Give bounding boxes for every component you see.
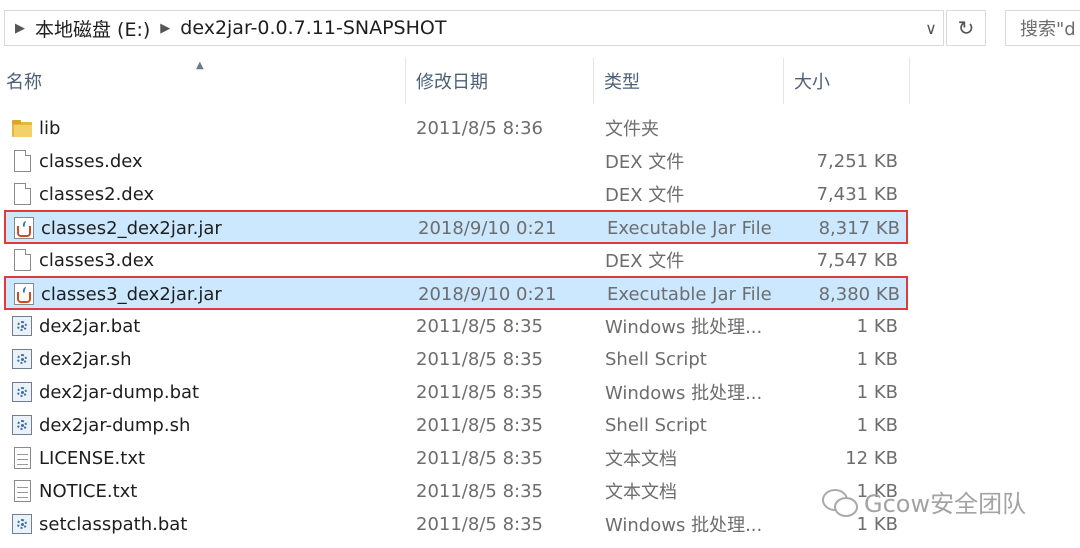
file-type: 文本文档: [605, 482, 677, 503]
file-icon: [10, 145, 34, 177]
file-type: Executable Jar File: [607, 217, 772, 239]
watermark: Gcow安全团队: [822, 484, 1026, 519]
file-date: 2011/8/5 8:35: [416, 480, 543, 502]
file-name: classes.dex: [39, 150, 143, 172]
file-row-dex2jar-dump-sh[interactable]: dex2jar-dump.sh 2011/8/5 8:35 Shell Scri…: [4, 409, 908, 441]
file-row-license-txt[interactable]: LICENSE.txt 2011/8/5 8:35 文本文档 12 KB: [4, 442, 908, 474]
file-name: LICENSE.txt: [39, 447, 146, 469]
column-header-type[interactable]: 类型: [598, 58, 784, 104]
address-bar[interactable]: ▶ 本地磁盘 (E:) ▶ dex2jar-0.0.7.11-SNAPSHOT: [4, 10, 944, 46]
folder-icon: [10, 112, 34, 144]
file-date: 2018/9/10 0:21: [418, 283, 557, 305]
refresh-icon: ↻: [957, 16, 975, 40]
file-size: 8,317 KB: [818, 217, 900, 239]
file-type: Shell Script: [605, 348, 707, 370]
jar-icon: [12, 278, 36, 310]
file-row-setclasspath-bat[interactable]: setclasspath.bat 2011/8/5 8:35 Windows 批…: [4, 508, 908, 540]
search-placeholder: 搜索"d: [1020, 19, 1076, 40]
breadcrumb-folder[interactable]: dex2jar-0.0.7.11-SNAPSHOT: [180, 17, 446, 39]
file-name: dex2jar-dump.sh: [39, 414, 191, 436]
file-row-dex2jar-bat[interactable]: dex2jar.bat 2011/8/5 8:35 Windows 批处理...…: [4, 310, 908, 342]
column-header-size-label: 大小: [794, 72, 830, 93]
file-date: 2011/8/5 8:36: [416, 117, 543, 139]
file-size: 8,380 KB: [818, 283, 900, 305]
file-row-dex2jar-sh[interactable]: dex2jar.sh 2011/8/5 8:35 Shell Script 1 …: [4, 343, 908, 375]
breadcrumb-arrow-icon[interactable]: ▶: [15, 21, 25, 36]
file-type: 文本文档: [605, 449, 677, 470]
file-row-lib[interactable]: lib 2011/8/5 8:36 文件夹: [4, 112, 908, 144]
file-date: 2011/8/5 8:35: [416, 315, 543, 337]
file-size: 1 KB: [856, 381, 898, 403]
refresh-button[interactable]: ↻: [946, 10, 986, 46]
file-row-classes-dex[interactable]: classes.dex DEX 文件 7,251 KB: [4, 145, 908, 177]
file-name: lib: [39, 117, 61, 139]
script-icon: [10, 376, 34, 408]
file-size: 7,431 KB: [816, 183, 898, 205]
file-name: dex2jar-dump.bat: [39, 381, 200, 403]
file-type: Shell Script: [605, 414, 707, 436]
jar-icon: [12, 212, 36, 244]
file-size: [764, 112, 898, 144]
file-type: DEX 文件: [605, 251, 685, 272]
file-date: 2011/8/5 8:35: [416, 513, 543, 535]
file-name: dex2jar.bat: [39, 315, 141, 337]
file-name: NOTICE.txt: [39, 480, 138, 502]
file-size: 7,547 KB: [816, 249, 898, 271]
text-file-icon: [10, 475, 34, 507]
file-name: classes2_dex2jar.jar: [41, 217, 222, 239]
file-icon: [10, 178, 34, 210]
sort-ascending-icon: ▲: [196, 60, 204, 71]
file-name: classes3.dex: [39, 249, 155, 271]
file-type: Windows 批处理...: [605, 383, 763, 404]
column-header-date[interactable]: 修改日期: [410, 58, 594, 104]
wechat-logo-icon: [822, 487, 858, 517]
file-row-classes2-dex2jar-jar[interactable]: classes2_dex2jar.jar 2018/9/10 0:21 Exec…: [4, 210, 908, 244]
file-date: 2011/8/5 8:35: [416, 381, 543, 403]
breadcrumb-drive[interactable]: 本地磁盘 (E:): [35, 15, 150, 42]
file-type: Windows 批处理...: [605, 317, 763, 338]
file-type: Windows 批处理...: [605, 515, 763, 536]
script-icon: [10, 508, 34, 540]
script-icon: [10, 409, 34, 441]
file-name: classes2.dex: [39, 183, 155, 205]
file-row-classes3-dex[interactable]: classes3.dex DEX 文件 7,547 KB: [4, 244, 908, 276]
text-file-icon: [10, 442, 34, 474]
file-row-notice-txt[interactable]: NOTICE.txt 2011/8/5 8:35 文本文档 1 KB: [4, 475, 908, 507]
file-type: Executable Jar File: [607, 283, 772, 305]
file-row-dex2jar-dump-bat[interactable]: dex2jar-dump.bat 2011/8/5 8:35 Windows 批…: [4, 376, 908, 408]
column-header-name-label: 名称: [6, 72, 42, 93]
file-date: 2018/9/10 0:21: [418, 217, 557, 239]
breadcrumb-separator-icon[interactable]: ▶: [160, 21, 170, 36]
script-icon: [10, 310, 34, 342]
script-icon: [10, 343, 34, 375]
column-header-type-label: 类型: [604, 72, 640, 93]
file-type: 文件夹: [605, 119, 659, 140]
file-size: 12 KB: [845, 447, 898, 469]
column-header-size[interactable]: 大小: [788, 58, 910, 104]
file-date: 2011/8/5 8:35: [416, 414, 543, 436]
file-row-classes3-dex2jar-jar[interactable]: classes3_dex2jar.jar 2018/9/10 0:21 Exec…: [4, 276, 908, 310]
file-icon: [10, 244, 34, 276]
file-size: 1 KB: [856, 315, 898, 337]
file-name: setclasspath.bat: [39, 513, 188, 535]
column-header-row: 名称 修改日期 类型 大小: [0, 58, 1080, 104]
column-header-date-label: 修改日期: [416, 72, 488, 93]
file-row-classes2-dex[interactable]: classes2.dex DEX 文件 7,431 KB: [4, 178, 908, 210]
address-history-button[interactable]: ∨: [918, 10, 944, 46]
file-date: 2011/8/5 8:35: [416, 447, 543, 469]
file-type: DEX 文件: [605, 152, 685, 173]
file-size: 1 KB: [856, 348, 898, 370]
file-size: 7,251 KB: [816, 150, 898, 172]
chevron-down-icon: ∨: [925, 18, 937, 38]
file-name: dex2jar.sh: [39, 348, 132, 370]
watermark-text: Gcow安全团队: [864, 490, 1027, 518]
file-name: classes3_dex2jar.jar: [41, 283, 222, 305]
search-input[interactable]: 搜索"d: [1005, 10, 1080, 46]
address-bar-area: ▶ 本地磁盘 (E:) ▶ dex2jar-0.0.7.11-SNAPSHOT …: [0, 0, 1080, 56]
file-date: 2011/8/5 8:35: [416, 348, 543, 370]
file-type: DEX 文件: [605, 185, 685, 206]
file-size: 1 KB: [856, 414, 898, 436]
